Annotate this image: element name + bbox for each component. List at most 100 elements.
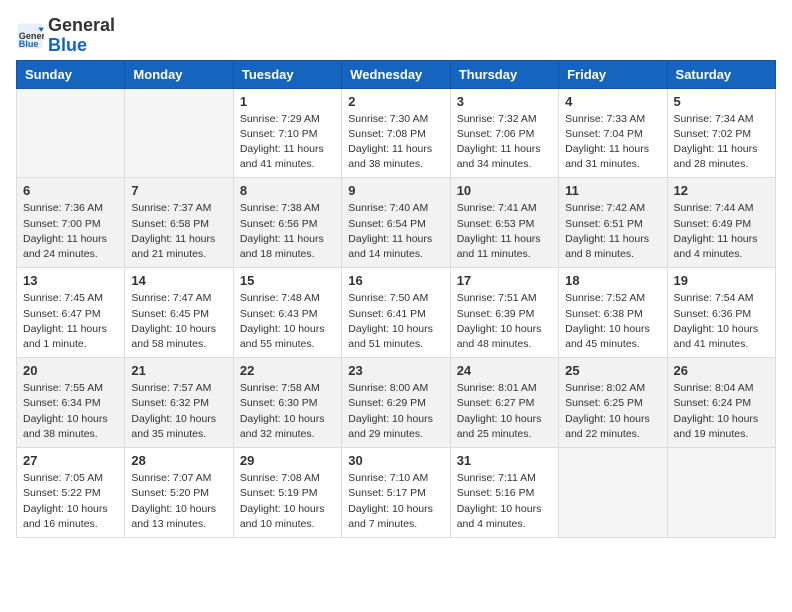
day-info: Sunrise: 7:05 AM Sunset: 5:22 PM Dayligh… <box>23 471 118 532</box>
day-info: Sunrise: 7:07 AM Sunset: 5:20 PM Dayligh… <box>131 471 226 532</box>
calendar-cell: 6Sunrise: 7:36 AM Sunset: 7:00 PM Daylig… <box>17 178 125 268</box>
calendar-week-row: 6Sunrise: 7:36 AM Sunset: 7:00 PM Daylig… <box>17 178 776 268</box>
day-number: 2 <box>348 94 443 109</box>
calendar-cell: 18 Sunrise: 7:52 AM Sunset: 6:38 PM Dayli… <box>559 268 667 358</box>
weekday-header: Tuesday <box>233 60 341 88</box>
day-number: 18 <box>565 273 660 288</box>
calendar-cell: 28 Sunrise: 7:07 AM Sunset: 5:20 PM Dayli… <box>125 448 233 538</box>
calendar-week-row: 20Sunrise: 7:55 AM Sunset: 6:34 PM Dayli… <box>17 358 776 448</box>
calendar-cell: 13 Sunrise: 7:45 AM Sunset: 6:47 PM Dayli… <box>17 268 125 358</box>
logo-text: GeneralBlue <box>48 16 115 56</box>
calendar-cell: 31Sunrise: 7:11 AM Sunset: 5:16 PM Dayli… <box>450 448 558 538</box>
calendar: SundayMondayTuesdayWednesdayThursdayFrid… <box>16 60 776 538</box>
calendar-cell: 1Sunrise: 7:29 AM Sunset: 7:10 PM Daylig… <box>233 88 341 178</box>
day-info: Sunrise: 7:44 AM Sunset: 6:49 PM Dayligh… <box>674 201 769 262</box>
day-info: Sunrise: 8:01 AM Sunset: 6:27 PM Dayligh… <box>457 381 552 442</box>
calendar-cell: 30 Sunrise: 7:10 AM Sunset: 5:17 PM Dayli… <box>342 448 450 538</box>
calendar-cell: 21 Sunrise: 7:57 AM Sunset: 6:32 PM Dayli… <box>125 358 233 448</box>
logo-icon: General Blue <box>16 22 44 50</box>
day-info: Sunrise: 7:33 AM Sunset: 7:04 PM Dayligh… <box>565 112 660 173</box>
day-info: Sunrise: 7:37 AM Sunset: 6:58 PM Dayligh… <box>131 201 226 262</box>
calendar-cell: 17 Sunrise: 7:51 AM Sunset: 6:39 PM Dayli… <box>450 268 558 358</box>
day-number: 9 <box>348 183 443 198</box>
day-info: Sunrise: 7:42 AM Sunset: 6:51 PM Dayligh… <box>565 201 660 262</box>
day-number: 17 <box>457 273 552 288</box>
day-number: 24 <box>457 363 552 378</box>
calendar-cell: 27 Sunrise: 7:05 AM Sunset: 5:22 PM Dayli… <box>17 448 125 538</box>
day-info: Sunrise: 7:41 AM Sunset: 6:53 PM Dayligh… <box>457 201 552 262</box>
day-info: Sunrise: 7:32 AM Sunset: 7:06 PM Dayligh… <box>457 112 552 173</box>
day-info: Sunrise: 7:11 AM Sunset: 5:16 PM Dayligh… <box>457 471 552 532</box>
svg-text:Blue: Blue <box>19 39 39 49</box>
day-info: Sunrise: 7:10 AM Sunset: 5:17 PM Dayligh… <box>348 471 443 532</box>
calendar-cell: 20Sunrise: 7:55 AM Sunset: 6:34 PM Dayli… <box>17 358 125 448</box>
calendar-cell: 10Sunrise: 7:41 AM Sunset: 6:53 PM Dayli… <box>450 178 558 268</box>
day-number: 11 <box>565 183 660 198</box>
day-number: 21 <box>131 363 226 378</box>
calendar-cell: 9 Sunrise: 7:40 AM Sunset: 6:54 PM Daylig… <box>342 178 450 268</box>
calendar-cell <box>667 448 775 538</box>
day-number: 19 <box>674 273 769 288</box>
day-info: Sunrise: 8:04 AM Sunset: 6:24 PM Dayligh… <box>674 381 769 442</box>
day-info: Sunrise: 7:29 AM Sunset: 7:10 PM Dayligh… <box>240 112 335 173</box>
weekday-header: Wednesday <box>342 60 450 88</box>
day-number: 4 <box>565 94 660 109</box>
calendar-cell: 7Sunrise: 7:37 AM Sunset: 6:58 PM Daylig… <box>125 178 233 268</box>
calendar-cell: 22Sunrise: 7:58 AM Sunset: 6:30 PM Dayli… <box>233 358 341 448</box>
day-number: 13 <box>23 273 118 288</box>
weekday-header: Saturday <box>667 60 775 88</box>
calendar-cell: 14 Sunrise: 7:47 AM Sunset: 6:45 PM Dayli… <box>125 268 233 358</box>
weekday-header: Thursday <box>450 60 558 88</box>
calendar-cell: 26Sunrise: 8:04 AM Sunset: 6:24 PM Dayli… <box>667 358 775 448</box>
day-number: 12 <box>674 183 769 198</box>
calendar-cell: 2 Sunrise: 7:30 AM Sunset: 7:08 PM Daylig… <box>342 88 450 178</box>
day-info: Sunrise: 7:52 AM Sunset: 6:38 PM Dayligh… <box>565 291 660 352</box>
day-info: Sunrise: 7:48 AM Sunset: 6:43 PM Dayligh… <box>240 291 335 352</box>
calendar-cell: 15 Sunrise: 7:48 AM Sunset: 6:43 PM Dayli… <box>233 268 341 358</box>
calendar-cell: 3 Sunrise: 7:32 AM Sunset: 7:06 PM Daylig… <box>450 88 558 178</box>
day-info: Sunrise: 7:51 AM Sunset: 6:39 PM Dayligh… <box>457 291 552 352</box>
day-number: 15 <box>240 273 335 288</box>
day-number: 8 <box>240 183 335 198</box>
day-number: 14 <box>131 273 226 288</box>
calendar-week-row: 13 Sunrise: 7:45 AM Sunset: 6:47 PM Dayli… <box>17 268 776 358</box>
day-info: Sunrise: 7:57 AM Sunset: 6:32 PM Dayligh… <box>131 381 226 442</box>
weekday-header: Sunday <box>17 60 125 88</box>
logo: General Blue GeneralBlue <box>16 16 115 56</box>
day-info: Sunrise: 7:40 AM Sunset: 6:54 PM Dayligh… <box>348 201 443 262</box>
calendar-week-row: 1Sunrise: 7:29 AM Sunset: 7:10 PM Daylig… <box>17 88 776 178</box>
calendar-cell <box>17 88 125 178</box>
calendar-cell: 11 Sunrise: 7:42 AM Sunset: 6:51 PM Dayli… <box>559 178 667 268</box>
weekday-header: Monday <box>125 60 233 88</box>
day-number: 27 <box>23 453 118 468</box>
calendar-cell: 4 Sunrise: 7:33 AM Sunset: 7:04 PM Daylig… <box>559 88 667 178</box>
calendar-cell: 12 Sunrise: 7:44 AM Sunset: 6:49 PM Dayli… <box>667 178 775 268</box>
day-info: Sunrise: 7:36 AM Sunset: 7:00 PM Dayligh… <box>23 201 118 262</box>
day-info: Sunrise: 7:34 AM Sunset: 7:02 PM Dayligh… <box>674 112 769 173</box>
day-info: Sunrise: 7:08 AM Sunset: 5:19 PM Dayligh… <box>240 471 335 532</box>
day-number: 25 <box>565 363 660 378</box>
day-info: Sunrise: 7:30 AM Sunset: 7:08 PM Dayligh… <box>348 112 443 173</box>
calendar-cell: 29 Sunrise: 7:08 AM Sunset: 5:19 PM Dayli… <box>233 448 341 538</box>
day-number: 3 <box>457 94 552 109</box>
day-number: 16 <box>348 273 443 288</box>
calendar-cell: 24 Sunrise: 8:01 AM Sunset: 6:27 PM Dayli… <box>450 358 558 448</box>
day-info: Sunrise: 7:45 AM Sunset: 6:47 PM Dayligh… <box>23 291 118 352</box>
calendar-cell <box>125 88 233 178</box>
day-number: 28 <box>131 453 226 468</box>
calendar-week-row: 27 Sunrise: 7:05 AM Sunset: 5:22 PM Dayli… <box>17 448 776 538</box>
calendar-cell <box>559 448 667 538</box>
day-number: 30 <box>348 453 443 468</box>
day-info: Sunrise: 8:02 AM Sunset: 6:25 PM Dayligh… <box>565 381 660 442</box>
day-number: 23 <box>348 363 443 378</box>
day-number: 5 <box>674 94 769 109</box>
day-info: Sunrise: 7:38 AM Sunset: 6:56 PM Dayligh… <box>240 201 335 262</box>
calendar-cell: 5 Sunrise: 7:34 AM Sunset: 7:02 PM Daylig… <box>667 88 775 178</box>
day-info: Sunrise: 8:00 AM Sunset: 6:29 PM Dayligh… <box>348 381 443 442</box>
day-number: 20 <box>23 363 118 378</box>
weekday-header-row: SundayMondayTuesdayWednesdayThursdayFrid… <box>17 60 776 88</box>
calendar-cell: 19Sunrise: 7:54 AM Sunset: 6:36 PM Dayli… <box>667 268 775 358</box>
day-number: 29 <box>240 453 335 468</box>
day-info: Sunrise: 7:47 AM Sunset: 6:45 PM Dayligh… <box>131 291 226 352</box>
day-info: Sunrise: 7:50 AM Sunset: 6:41 PM Dayligh… <box>348 291 443 352</box>
